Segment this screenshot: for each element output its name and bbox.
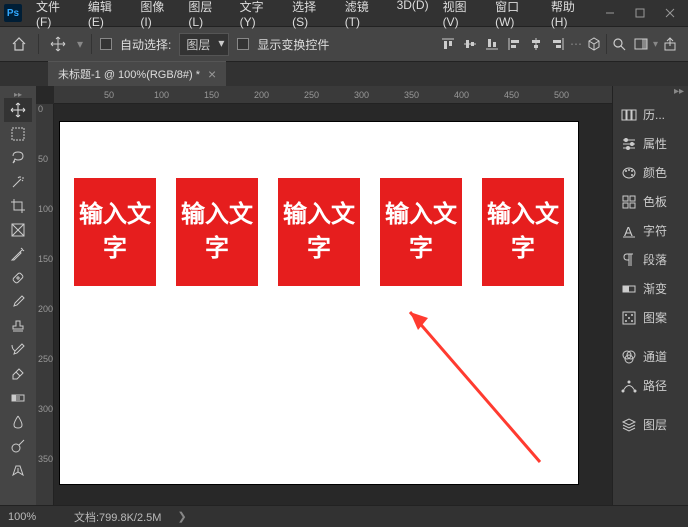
share-icon[interactable] xyxy=(660,34,680,54)
text-box-4[interactable]: 输入文字 xyxy=(380,178,462,286)
panel-paths[interactable]: 路径 xyxy=(613,371,688,400)
align-bottom-icon[interactable] xyxy=(482,34,502,54)
blur-tool[interactable] xyxy=(4,410,32,434)
menu-view[interactable]: 视图(V) xyxy=(437,0,488,32)
tab-title: 未标题-1 @ 100%(RGB/8#) * xyxy=(58,66,200,82)
align-controls: ⋯ ▾ xyxy=(438,34,680,54)
menu-help[interactable]: 帮助(H) xyxy=(545,0,596,32)
title-bar: Ps 文件(F) 编辑(E) 图像(I) 图层(L) 文字(Y) 选择(S) 滤… xyxy=(0,0,688,26)
auto-select-label: 自动选择: xyxy=(120,36,171,53)
menu-3d[interactable]: 3D(D) xyxy=(391,0,435,32)
maximize-button[interactable] xyxy=(626,3,654,23)
menu-file[interactable]: 文件(F) xyxy=(30,0,80,32)
brush-tool[interactable] xyxy=(4,290,32,314)
panel-collapse-handle[interactable]: ▸▸ xyxy=(613,86,688,100)
dodge-tool[interactable] xyxy=(4,434,32,458)
annotation-arrow xyxy=(390,292,570,472)
panel-paragraph[interactable]: 段落 xyxy=(613,245,688,274)
ruler-horizontal: 50 100 150 200 250 300 350 400 450 500 xyxy=(54,86,612,104)
text-box-2[interactable]: 输入文字 xyxy=(176,178,258,286)
menu-layer[interactable]: 图层(L) xyxy=(182,0,231,32)
minimize-button[interactable] xyxy=(596,3,624,23)
align-top-icon[interactable] xyxy=(438,34,458,54)
menu-image[interactable]: 图像(I) xyxy=(134,0,180,32)
ruler-vertical: 0 50 100 150 200 250 300 350 xyxy=(36,104,54,505)
align-vcenter-icon[interactable] xyxy=(460,34,480,54)
panel-properties[interactable]: 属性 xyxy=(613,129,688,158)
align-hcenter-icon[interactable] xyxy=(526,34,546,54)
frame-tool[interactable] xyxy=(4,218,32,242)
text-box-1[interactable]: 输入文字 xyxy=(74,178,156,286)
toolbox: ▸▸ xyxy=(0,86,36,505)
zoom-level[interactable]: 100% xyxy=(8,511,58,523)
document-tab[interactable]: 未标题-1 @ 100%(RGB/8#) * × xyxy=(48,61,226,86)
tab-close-icon[interactable]: × xyxy=(208,66,216,82)
pen-tool[interactable] xyxy=(4,458,32,482)
menu-filter[interactable]: 滤镜(T) xyxy=(339,0,389,32)
show-transform-label: 显示变换控件 xyxy=(257,36,329,53)
doc-info: 文档:799.8K/2.5M xyxy=(74,509,161,525)
lasso-tool[interactable] xyxy=(4,146,32,170)
app-logo: Ps xyxy=(4,4,22,22)
eyedropper-tool[interactable] xyxy=(4,242,32,266)
toolbox-handle[interactable]: ▸▸ xyxy=(8,90,28,98)
document-tabs: 未标题-1 @ 100%(RGB/8#) * × xyxy=(0,62,688,86)
panel-swatches[interactable]: 色板 xyxy=(613,187,688,216)
close-button[interactable] xyxy=(656,3,684,23)
panel-character[interactable]: A字符 xyxy=(613,216,688,245)
panel-gradient[interactable]: 渐变 xyxy=(613,274,688,303)
crop-tool[interactable] xyxy=(4,194,32,218)
status-bar: 100% 文档:799.8K/2.5M ❯ xyxy=(0,505,688,527)
align-left-icon[interactable] xyxy=(504,34,524,54)
menu-bar: 文件(F) 编辑(E) 图像(I) 图层(L) 文字(Y) 选择(S) 滤镜(T… xyxy=(30,0,596,32)
mode-3d-icon[interactable] xyxy=(584,34,604,54)
panel-color[interactable]: 颜色 xyxy=(613,158,688,187)
history-brush-tool[interactable] xyxy=(4,338,32,362)
text-box-3[interactable]: 输入文字 xyxy=(278,178,360,286)
stamp-tool[interactable] xyxy=(4,314,32,338)
align-right-icon[interactable] xyxy=(548,34,568,54)
canvas-viewport[interactable]: 输入文字 输入文字 输入文字 输入文字 输入文字 xyxy=(36,104,612,505)
auto-select-dropdown[interactable]: 图层 xyxy=(179,33,229,56)
panel-channels[interactable]: 通道 xyxy=(613,342,688,371)
search-icon[interactable] xyxy=(609,34,629,54)
healing-tool[interactable] xyxy=(4,266,32,290)
gradient-tool[interactable] xyxy=(4,386,32,410)
menu-select[interactable]: 选择(S) xyxy=(286,0,337,32)
panel-history[interactable]: 历... xyxy=(613,100,688,129)
workspace-icon[interactable] xyxy=(631,34,651,54)
window-controls xyxy=(596,3,684,23)
workspace: ▸▸ 0 50 100 150 200 250 300 350 50 100 xyxy=(0,86,688,505)
status-chevron-icon[interactable]: ❯ xyxy=(177,510,186,523)
show-transform-checkbox[interactable] xyxy=(237,38,249,50)
panel-pattern[interactable]: 图案 xyxy=(613,303,688,332)
canvas[interactable]: 输入文字 输入文字 输入文字 输入文字 输入文字 xyxy=(60,122,578,484)
canvas-area: 0 50 100 150 200 250 300 350 50 100 150 … xyxy=(36,86,612,505)
menu-window[interactable]: 窗口(W) xyxy=(489,0,543,32)
menu-edit[interactable]: 编辑(E) xyxy=(82,0,133,32)
panel-layers[interactable]: 图层 xyxy=(613,410,688,439)
move-tool-icon[interactable] xyxy=(47,33,69,55)
menu-type[interactable]: 文字(Y) xyxy=(234,0,285,32)
panel-dock: ▸▸ 历... 属性 颜色 色板 A字符 段落 渐变 图案 通道 路径 图层 xyxy=(612,86,688,505)
marquee-tool[interactable] xyxy=(4,122,32,146)
move-tool[interactable] xyxy=(4,98,32,122)
magic-wand-tool[interactable] xyxy=(4,170,32,194)
text-box-5[interactable]: 输入文字 xyxy=(482,178,564,286)
auto-select-checkbox[interactable] xyxy=(100,38,112,50)
eraser-tool[interactable] xyxy=(4,362,32,386)
home-icon[interactable] xyxy=(8,33,30,55)
